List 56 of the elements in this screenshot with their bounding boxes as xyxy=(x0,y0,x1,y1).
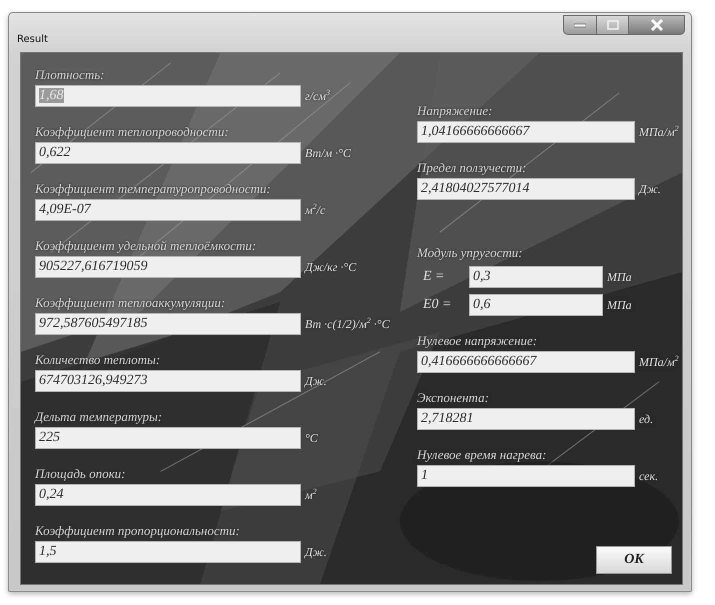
field-label: Нулевое напряжение: xyxy=(417,333,538,348)
unit-label: МПа xyxy=(607,298,632,312)
field-label: Нулевое время нагрева: xyxy=(417,447,548,462)
unit-label: МПа/м$^{2}$ xyxy=(639,124,679,140)
field-label: Коэффициент теплоаккумуляции: xyxy=(35,295,226,310)
text-field[interactable]: 2,41804027577014 xyxy=(417,178,635,200)
text-field[interactable]: 905227,616719059 xyxy=(35,256,301,278)
unit-label: г/см$^{3}$ xyxy=(305,88,330,104)
field-label: Коэффициент пропорциональности: xyxy=(35,523,241,538)
field-label: Дельта температуры: xyxy=(35,409,164,424)
close-button[interactable] xyxy=(629,15,685,35)
symbol-label: E0 = xyxy=(422,297,452,313)
text-field[interactable]: 1,04166666666667 xyxy=(417,121,635,143)
unit-label: сек. xyxy=(639,468,658,484)
ok-button[interactable]: OK xyxy=(596,546,672,574)
maximize-button[interactable] xyxy=(597,15,629,35)
unit-label: ед. xyxy=(639,412,654,426)
unit-label: МПа xyxy=(607,270,632,284)
field-label: Предел ползучести: xyxy=(417,160,528,175)
unit-label: Дж. xyxy=(305,544,327,560)
field-label: Плотность: xyxy=(35,67,106,82)
field-label: Коэффициент удельной теплоёмкости: xyxy=(35,238,258,253)
unit-label: °С xyxy=(305,430,318,446)
field-label: Площадь опоки: xyxy=(35,466,127,481)
text-field[interactable]: 0,6 xyxy=(469,294,603,316)
unit-label: Дж. xyxy=(639,182,661,196)
maximize-icon xyxy=(606,20,618,30)
field-label: Экспонента: xyxy=(417,390,490,405)
text-field[interactable]: 1,5 xyxy=(35,541,301,563)
close-icon xyxy=(650,19,664,31)
text-field[interactable]: 1 xyxy=(417,465,635,487)
text-field[interactable]: 0,24 xyxy=(35,484,301,506)
text-field[interactable]: 4,09E-07 xyxy=(35,199,301,221)
unit-label: Вт/м ·°С xyxy=(305,146,351,160)
unit-label: Вт ·с(1/2)/м$^{2}$ ·°С xyxy=(305,316,390,332)
unit-label: МПа/м$^{2}$ xyxy=(639,354,679,370)
minimize-button[interactable] xyxy=(563,15,597,35)
text-field[interactable]: 972,587605497185 xyxy=(35,313,301,335)
text-field[interactable]: 0,416666666666667 xyxy=(417,351,635,373)
field-label: Напряжение: xyxy=(417,103,494,118)
unit-label: м$^{2}$/с xyxy=(305,202,326,218)
unit-label: м$^{2}$ xyxy=(305,487,317,503)
field-label: Коэффициент температуропроводности: xyxy=(35,181,272,196)
field-label: Модуль упругости: xyxy=(417,245,524,260)
minimize-icon xyxy=(574,22,586,28)
field-label: Коэффициент теплопроводности: xyxy=(35,124,230,139)
unit-label: Дж/кг ·°С xyxy=(305,260,356,274)
text-field[interactable]: 2,718281 xyxy=(417,408,635,430)
unit-label: Дж. xyxy=(305,374,327,388)
text-field[interactable]: 674703126,949273 xyxy=(35,370,301,392)
window-title: Result xyxy=(17,34,48,45)
symbol-label: E = xyxy=(422,269,446,285)
text-field[interactable]: 0,3 xyxy=(469,266,603,288)
field-label: Количество теплоты: xyxy=(35,352,162,367)
text-field[interactable]: 0,622 xyxy=(35,142,301,164)
text-field[interactable]: 225 xyxy=(35,427,301,449)
